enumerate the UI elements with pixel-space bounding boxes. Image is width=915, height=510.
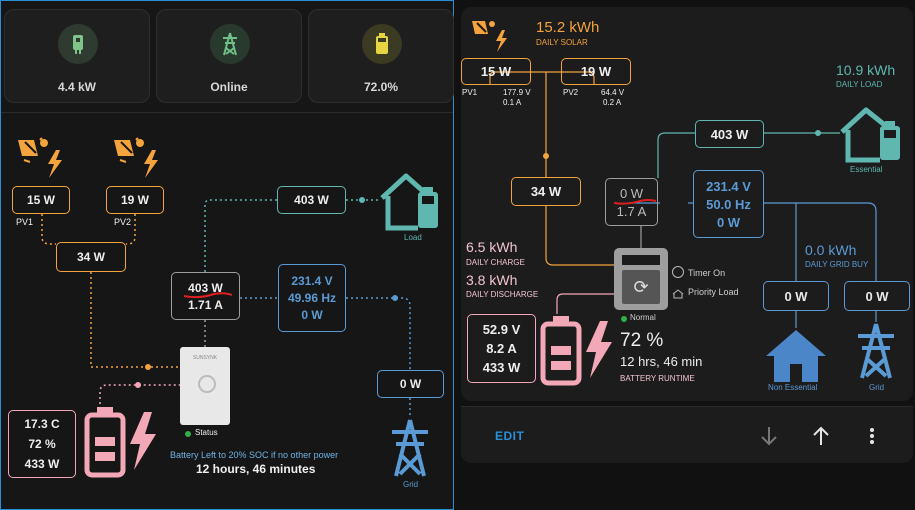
card-action-bar [461,406,913,463]
battery-runtime-label: BATTERY RUNTIME [620,374,695,383]
non-essential-power-box[interactable]: 0 W [763,281,829,311]
inverter-device-icon: ⟳ [614,248,668,310]
battery-stats-box[interactable]: 52.9 V 8.2 A 433 W [467,314,536,383]
grid-power: 0 W [865,288,889,304]
arrow-up-icon[interactable] [810,424,832,448]
battery-soc: 72 % [620,330,664,351]
daily-charge-label: DAILY CHARGE [466,258,525,267]
battery-runtime: 12 hrs, 46 min [620,354,703,369]
battery-charging-icon [540,314,616,386]
inverter-display [622,255,660,265]
daily-grid-buy-label: DAILY GRID BUY [805,260,869,269]
daily-grid-buy-value: 0.0 kWh [805,242,857,258]
non-essential-label: Non Essential [768,383,818,392]
battery-voltage: 52.9 V [482,322,521,337]
daily-discharge-value: 3.8 kWh [466,272,518,288]
daily-discharge-label: DAILY DISCHARGE [466,290,539,299]
refresh-icon: ⟳ [622,270,660,304]
grid-inner-power: 0 W [716,214,741,230]
non-essential-home-icon [764,328,828,382]
normal-indicator-dot [621,316,627,322]
battery-power: 433 W [482,360,521,375]
grid-power-box[interactable]: 0 W [844,281,910,311]
non-essential-power: 0 W [784,288,808,304]
timer-label: Timer On [688,268,726,278]
priority-home-icon [672,286,684,299]
battery-current: 8.2 A [486,341,517,356]
priority-label: Priority Load [688,287,739,297]
normal-label: Normal [630,313,656,322]
grid-tower-icon [856,322,896,380]
grid-stats-box[interactable]: 231.4 V 50.0 Hz 0 W [693,170,764,238]
grid-voltage: 231.4 V [706,178,751,194]
daily-charge-value: 6.5 kWh [466,239,518,255]
grid-label: Grid [869,383,885,392]
timer-icon [672,266,684,278]
edit-button[interactable]: EDIT [495,429,524,443]
grid-frequency: 50.0 Hz [706,196,751,212]
more-vert-icon[interactable] [866,426,878,448]
arrow-down-icon[interactable] [758,424,780,448]
